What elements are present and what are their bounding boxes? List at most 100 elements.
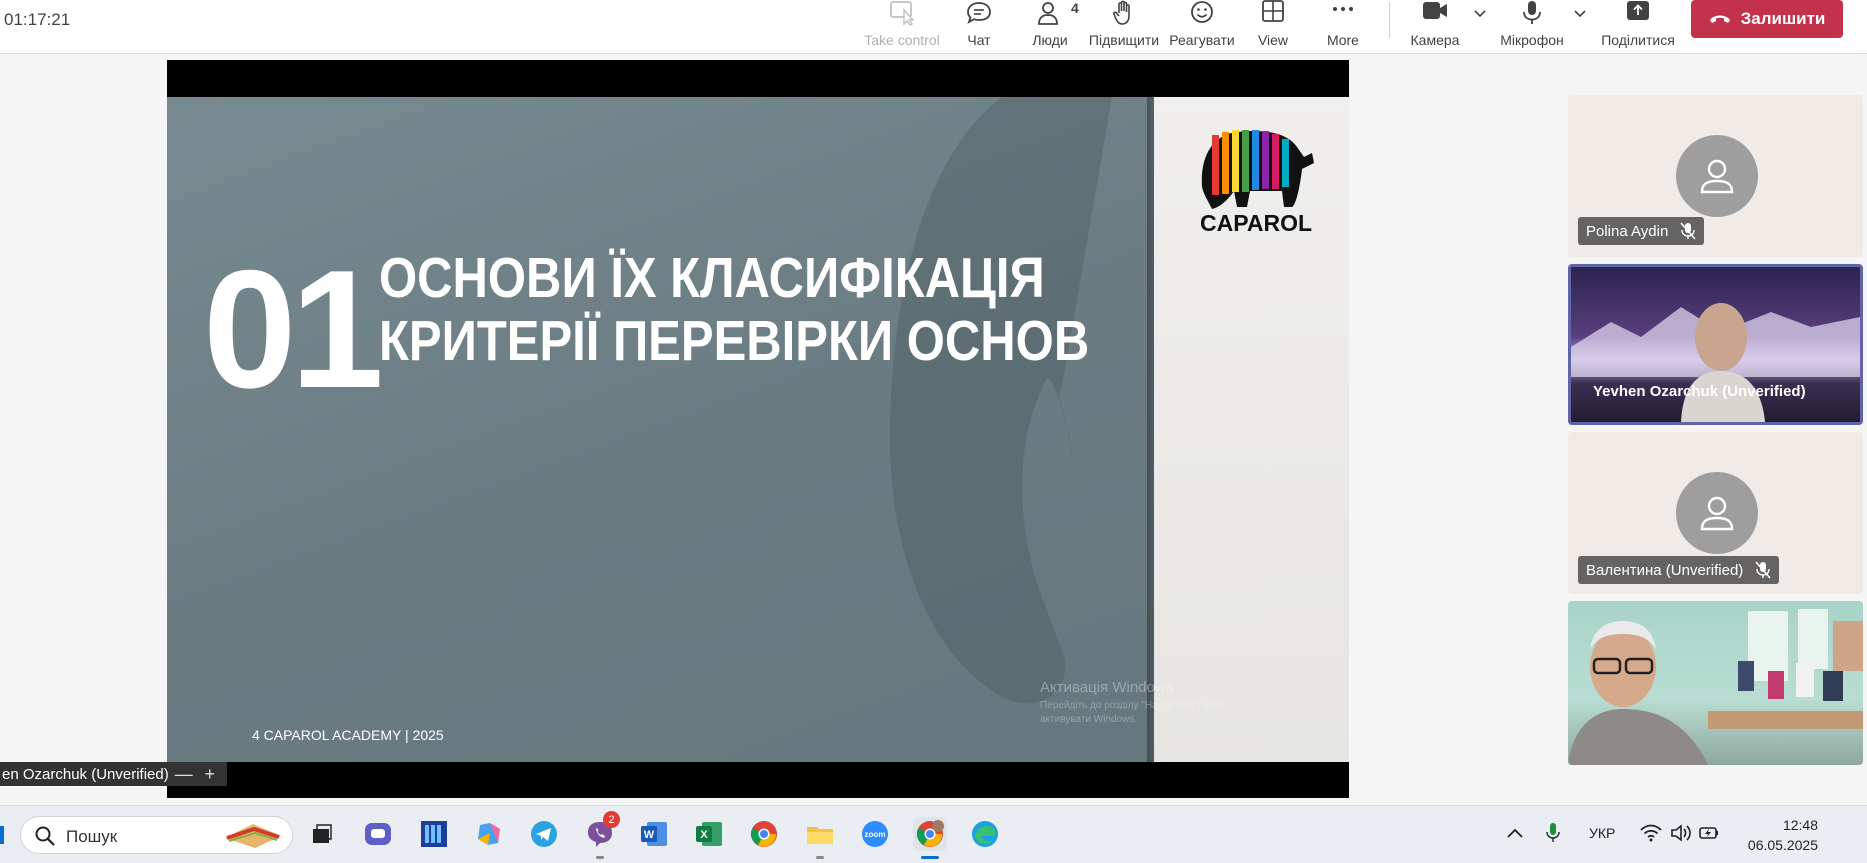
smiley-icon [1189, 0, 1215, 26]
more-dots-icon [1330, 0, 1356, 26]
meeting-timer: 01:17:21 [4, 10, 71, 29]
search-placeholder: Пошук [66, 827, 118, 846]
people-icon: 4 [1037, 0, 1079, 26]
leave-button[interactable]: Залишити [1691, 0, 1843, 38]
presenter-name-tag: en Ozarchuk (Unverified) — + [0, 762, 227, 786]
share-label: Поділитися [1601, 32, 1675, 48]
search-icon [35, 826, 55, 846]
participant-tile[interactable]: Валентина (Unverified) [1568, 432, 1863, 594]
zoom-in-icon[interactable]: + [197, 764, 223, 785]
camera-label: Камера [1410, 32, 1460, 48]
mic-muted-icon [1755, 561, 1771, 579]
chrome-icon[interactable] [747, 817, 781, 851]
more-button[interactable]: More [1325, 0, 1361, 54]
raise-hand-button[interactable]: Підвищити [1089, 0, 1159, 54]
start-edge [0, 826, 4, 844]
file-explorer-icon[interactable] [803, 817, 837, 851]
slide-background-shape [889, 97, 1147, 704]
view-button[interactable]: View [1257, 0, 1289, 54]
participant-name: Yevhen Ozarchuk (Unverified) [1593, 382, 1806, 400]
camera-icon [1420, 0, 1450, 26]
camera-options-chevron-icon[interactable] [1474, 10, 1486, 18]
teams-chat-icon[interactable] [361, 817, 395, 851]
toolbar-divider [1389, 2, 1390, 38]
zoom-out-icon[interactable]: — [171, 764, 197, 785]
language-indicator[interactable]: УКР [1589, 825, 1615, 841]
viber-badge: 2 [603, 811, 620, 828]
take-control-label: Take control [864, 32, 940, 48]
battery-charging-icon[interactable] [1698, 824, 1720, 842]
caparol-logo-text: CAPAROL [1200, 210, 1313, 236]
slide-title: ОСНОВИ ЇХ КЛАСИФІКАЦІЯ КРИТЕРІЇ ПЕРЕВІРК… [379, 247, 1089, 373]
grid-view-icon [1260, 0, 1286, 26]
wifi-icon[interactable] [1640, 824, 1662, 842]
raise-hand-icon [1111, 0, 1137, 26]
windows-activation-watermark-title: Активація Windows [1040, 679, 1174, 696]
microphone-icon [1519, 0, 1545, 26]
chevron-up-icon[interactable] [1507, 828, 1523, 838]
zoom-label: zoom [864, 829, 886, 839]
taskbar-search-box[interactable]: Пошук [20, 816, 293, 854]
clock-date: 06.05.2025 [1747, 837, 1818, 853]
hang-up-icon [1709, 15, 1730, 23]
presenter-name: en Ozarchuk (Unverified) [2, 765, 169, 783]
participant-video-frame [1568, 609, 1863, 765]
microphone-tray-icon[interactable] [1545, 822, 1561, 844]
person-icon [1700, 496, 1734, 531]
take-control-icon [888, 0, 916, 26]
blue-app-icon[interactable] [417, 817, 451, 851]
slide-title-line-1: ОСНОВИ ЇХ КЛАСИФІКАЦІЯ [379, 246, 1045, 310]
people-label: Люди [1032, 32, 1068, 48]
chrome-profile-icon[interactable] [913, 817, 947, 851]
participant-name-tag: Yevhen Ozarchuk (Unverified) [1585, 377, 1814, 405]
mic-muted-icon [1680, 222, 1696, 240]
participant-tile[interactable]: Polina Aydin [1568, 95, 1863, 257]
presentation-slide: 01 ОСНОВИ ЇХ КЛАСИФІКАЦІЯ КРИТЕРІЇ ПЕРЕВ… [167, 97, 1349, 762]
slide-number: 01 [203, 235, 384, 423]
share-button[interactable]: Поділитися [1600, 0, 1676, 54]
take-control-button[interactable]: Take control [862, 0, 942, 54]
view-label: View [1257, 32, 1289, 48]
react-button[interactable]: Реагувати [1169, 0, 1235, 54]
raise-hand-label: Підвищити [1088, 32, 1160, 48]
participant-name-tag: Валентина (Unverified) [1578, 556, 1780, 584]
camera-button[interactable]: Камера [1410, 0, 1460, 54]
react-label: Реагувати [1169, 32, 1235, 48]
system-clock[interactable]: 12:48 06.05.2025 [1738, 815, 1818, 855]
slide-title-line-2: КРИТЕРІЇ ПЕРЕВІРКИ ОСНОВ [379, 309, 1090, 373]
clock-time: 12:48 [1782, 817, 1818, 833]
avatar [1676, 472, 1758, 554]
volume-icon[interactable] [1670, 824, 1692, 842]
meeting-toolbar: 01:17:21 Take control Чат 4 Люди Підвищи… [0, 0, 1867, 54]
microphone-button[interactable]: Мікрофон [1498, 0, 1566, 54]
zoom-icon[interactable]: zoom [858, 817, 892, 851]
more-label: More [1327, 32, 1359, 48]
chat-label: Чат [967, 32, 991, 48]
task-view-icon[interactable] [305, 817, 339, 851]
search-highlight-sandwich-icon [225, 824, 281, 848]
participant-tile-classroom-video[interactable] [1568, 601, 1863, 765]
svg-text:W: W [644, 829, 655, 841]
word-icon[interactable]: W [637, 817, 671, 851]
person-icon [1700, 159, 1734, 194]
telegram-icon[interactable] [527, 817, 561, 851]
slide-footer: 4 CAPAROL ACADEMY | 2025 [252, 727, 444, 743]
chat-button[interactable]: Чат [959, 0, 999, 54]
participant-tile-active-speaker[interactable]: Yevhen Ozarchuk (Unverified) [1568, 264, 1863, 425]
copilot-icon[interactable] [472, 817, 506, 851]
edge-icon[interactable] [968, 817, 1002, 851]
avatar [1676, 135, 1758, 217]
windows-taskbar: Пошук 2 W X zoom УКР 12:48 06.05.2025 [0, 805, 1867, 863]
excel-icon[interactable]: X [692, 817, 726, 851]
microphone-options-chevron-icon[interactable] [1574, 10, 1586, 18]
participant-name-tag: Polina Aydin [1578, 217, 1705, 245]
leave-label: Залишити [1740, 9, 1826, 28]
microphone-label: Мікрофон [1500, 32, 1564, 48]
participant-name: Polina Aydin [1586, 222, 1669, 240]
participant-name: Валентина (Unverified) [1586, 561, 1744, 579]
windows-activation-watermark-body: Перейдіть до розділу "Настройки", щоб ак… [1040, 700, 1223, 725]
viber-icon[interactable]: 2 [583, 811, 620, 851]
chat-icon [965, 0, 993, 26]
share-screen-icon [1625, 0, 1651, 26]
people-button[interactable]: 4 Люди [1025, 0, 1079, 54]
